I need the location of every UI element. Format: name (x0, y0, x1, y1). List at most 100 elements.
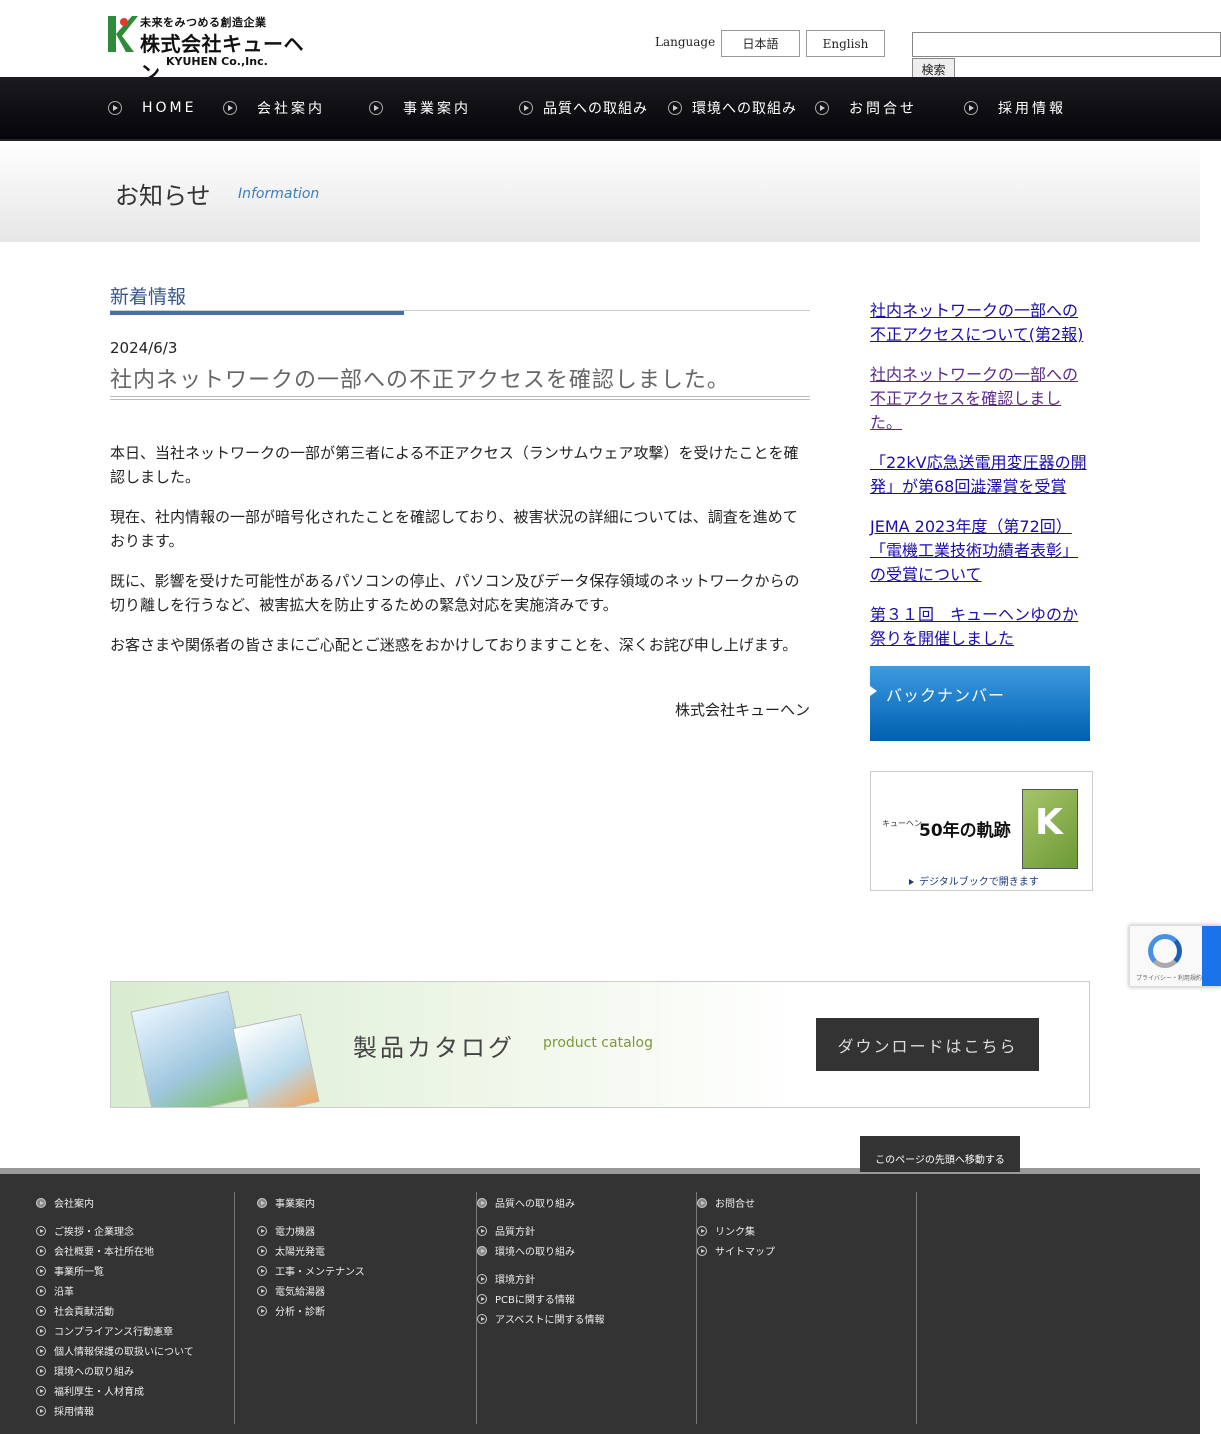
footer-link-label: 事業案内 (275, 1199, 315, 1210)
footer-arrow-icon (477, 1197, 487, 1208)
nav-item-environment[interactable]: 環境への取組み (668, 97, 797, 119)
footer-column-quality: 品質への取り組み 品質方針 環境への取り組み 環境方針 PCBに関する情報 アス… (477, 1192, 697, 1424)
post-paragraph: 現在、社内情報の一部が暗号化されたことを確認しており、被害状況の詳細については、… (110, 508, 798, 550)
nav-item-label: お問合せ (849, 101, 917, 117)
recaptcha-blue-tab (1202, 926, 1221, 986)
history-book-cover-image: K (1022, 789, 1078, 869)
footer-link-label: 事業所一覧 (54, 1267, 104, 1278)
footer-link[interactable]: 社会貢献活動 (36, 1303, 114, 1318)
language-japanese-button[interactable]: 日本語 (721, 30, 800, 57)
history-digital-book-banner[interactable]: キューヘン 50年の軌跡 K デジタルブックで開きます (870, 771, 1093, 891)
footer-link[interactable]: PCBに関する情報 (477, 1291, 575, 1306)
footer-arrow-icon (257, 1265, 267, 1276)
footer-link-label: コンプライアンス行動憲章 (54, 1327, 174, 1338)
footer-link[interactable]: 環境方針 (477, 1271, 535, 1286)
catalog-subtitle: product catalog (543, 1035, 653, 1051)
footer-arrow-icon (477, 1225, 487, 1236)
recaptcha-privacy-text: プライバシー・利用規約 (1136, 975, 1202, 982)
footer-link[interactable]: サイトマップ (697, 1243, 775, 1258)
catalog-title: 製品カタログ (353, 1034, 515, 1062)
nav-item-label: 環境への取組み (692, 101, 797, 117)
post-title: 社内ネットワークの一部への不正アクセスを確認しました。 (110, 368, 730, 393)
logo-k-mark-icon (108, 16, 138, 52)
search-input[interactable] (912, 32, 1221, 57)
footer-link-label: リンク集 (715, 1227, 755, 1238)
footer-arrow-icon (477, 1293, 487, 1304)
footer-link-label: 会社概要・本社所在地 (54, 1247, 154, 1258)
footer-link-label: 電気給湯器 (275, 1287, 325, 1298)
footer-link[interactable]: 会社概要・本社所在地 (36, 1243, 154, 1258)
footer-link[interactable]: 分析・診断 (257, 1303, 325, 1318)
footer-link[interactable]: 沿革 (36, 1283, 74, 1298)
backnumber-label: バックナンバー (886, 686, 1006, 705)
language-label: Language (655, 35, 716, 49)
company-logo[interactable]: 未来をみつめる創造企業 株式会社キューヘン KYUHEN Co.,Inc. (104, 10, 324, 85)
footer-link-label: 福利厚生・人材育成 (54, 1387, 144, 1398)
footer-link-label: 沿革 (54, 1287, 74, 1298)
footer-column-business: 事業案内 電力機器 太陽光発電 工事・メンテナンス 電気給湯器 分析・診断 (257, 1192, 477, 1424)
nav-item-recruit[interactable]: 採用情報 (964, 97, 1066, 119)
footer-link[interactable]: 品質方針 (477, 1223, 535, 1238)
nav-arrow-icon (815, 101, 829, 115)
footer-link-label: サイトマップ (715, 1247, 775, 1258)
footer-arrow-icon (36, 1405, 46, 1416)
footer-column-company: 会社案内 ご挨拶・企業理念 会社概要・本社所在地 事業所一覧 沿革 社会貢献活動… (36, 1192, 235, 1424)
footer-link[interactable]: 事業所一覧 (36, 1263, 104, 1278)
book-k-logo-icon: K (1035, 802, 1063, 843)
page-top-button[interactable]: このページの先頭へ移動する (860, 1136, 1020, 1172)
nav-arrow-icon (964, 101, 978, 115)
footer-arrow-icon (697, 1225, 707, 1236)
catalog-book-image (130, 990, 252, 1107)
sidebar-news-link[interactable]: 社内ネットワークの一部への不正アクセスについて(第2報) (870, 299, 1090, 347)
nav-item-label: 採用情報 (998, 101, 1066, 117)
footer-link[interactable]: 品質への取り組み (477, 1195, 575, 1210)
footer-arrow-icon (36, 1265, 46, 1276)
footer-link[interactable]: リンク集 (697, 1223, 755, 1238)
sidebar-news-link[interactable]: JEMA 2023年度（第72回）「電機工業技術功績者表彰」の受賞について (870, 515, 1090, 587)
footer-arrow-icon (36, 1385, 46, 1396)
sidebar-news-link[interactable]: 第３１回 キューヘンゆのか祭りを開催しました (870, 603, 1090, 651)
sidebar-news-link[interactable]: 社内ネットワークの一部への不正アクセスを確認しました。 (870, 363, 1090, 435)
sidebar-news-link[interactable]: 「22kV応急送電用変圧器の開発」が第68回澁澤賞を受賞 (870, 451, 1090, 499)
footer-arrow-icon (477, 1313, 487, 1324)
footer-link[interactable]: ご挨拶・企業理念 (36, 1223, 134, 1238)
footer-link[interactable]: 個人情報保護の取扱いについて (36, 1343, 194, 1358)
footer-link-label: 会社案内 (54, 1199, 94, 1210)
nav-item-home[interactable]: HOME (108, 97, 196, 119)
footer-arrow-icon (257, 1197, 267, 1208)
footer-link[interactable]: 環境への取り組み (36, 1363, 134, 1378)
nav-item-company[interactable]: 会社案内 (223, 97, 325, 119)
post-title-divider (110, 396, 810, 400)
page-subtitle: Information (238, 186, 320, 202)
recaptcha-badge[interactable]: プライバシー・利用規約 (1129, 925, 1221, 987)
footer-link[interactable]: アスベストに関する情報 (477, 1311, 605, 1326)
nav-item-label: 会社案内 (257, 101, 325, 117)
footer-link[interactable]: 環境への取り組み (477, 1243, 575, 1258)
nav-item-quality[interactable]: 品質への取組み (519, 97, 648, 119)
footer-link[interactable]: 福利厚生・人材育成 (36, 1383, 144, 1398)
post-date: 2024/6/3 (110, 339, 178, 357)
footer-arrow-icon (257, 1245, 267, 1256)
footer-link[interactable]: 電気給湯器 (257, 1283, 325, 1298)
language-english-button[interactable]: English (806, 30, 885, 57)
footer-link[interactable]: コンプライアンス行動憲章 (36, 1323, 173, 1338)
footer-arrow-icon (36, 1345, 46, 1356)
footer-link[interactable]: 採用情報 (36, 1403, 94, 1418)
backnumber-button[interactable]: バックナンバー (870, 666, 1090, 741)
recaptcha-icon (1148, 934, 1182, 968)
nav-arrow-icon (223, 101, 237, 115)
footer-link[interactable]: 事業案内 (257, 1195, 315, 1210)
nav-item-business[interactable]: 事業案内 (369, 97, 471, 119)
footer-link[interactable]: お問合せ (697, 1195, 755, 1210)
footer-arrow-icon (36, 1365, 46, 1376)
nav-item-contact[interactable]: お問合せ (815, 97, 917, 119)
post-paragraph: お客さまや関係者の皆さまにご心配とご迷惑をおかけしておりますことを、深くお詫び申… (110, 636, 798, 654)
catalog-download-button[interactable]: ダウンロードはこちら (816, 1018, 1039, 1071)
footer-link[interactable]: 会社案内 (36, 1195, 94, 1210)
footer-link[interactable]: 太陽光発電 (257, 1243, 325, 1258)
footer-link[interactable]: 工事・メンテナンス (257, 1263, 365, 1278)
footer-arrow-icon (36, 1325, 46, 1336)
footer-arrow-icon (36, 1225, 46, 1236)
nav-item-label: 品質への取組み (543, 101, 648, 117)
footer-link[interactable]: 電力機器 (257, 1223, 315, 1238)
